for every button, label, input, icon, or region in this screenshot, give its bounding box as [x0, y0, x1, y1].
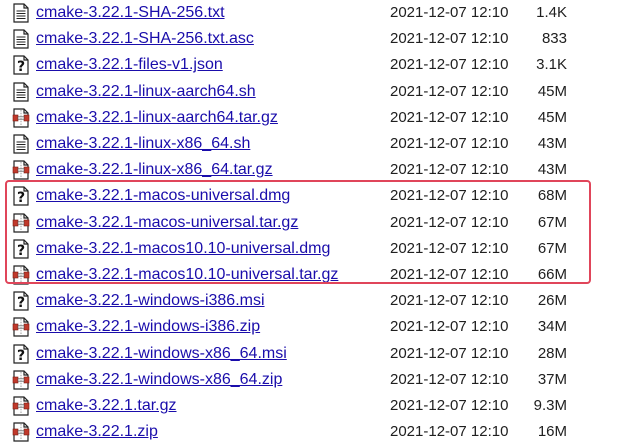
file-size: 68M — [537, 187, 567, 205]
file-size: 833 — [541, 30, 567, 48]
file-link[interactable]: cmake-3.22.1-linux-aarch64.sh — [36, 82, 256, 102]
unknown-file-icon: ? — [12, 55, 30, 75]
file-link[interactable]: cmake-3.22.1-windows-x86_64.msi — [36, 344, 287, 364]
svg-text:?: ? — [17, 295, 25, 311]
file-link[interactable]: cmake-3.22.1-SHA-256.txt — [36, 3, 225, 23]
file-date: 2021-12-07 12:10 — [390, 56, 509, 74]
text-file-icon — [12, 29, 30, 49]
archive-file-icon — [12, 212, 30, 233]
archive-file-icon — [12, 396, 30, 416]
file-link[interactable]: cmake-3.22.1-macos10.10-universal.dmg — [36, 239, 330, 259]
file-link[interactable]: cmake-3.22.1-windows-x86_64.zip — [36, 370, 282, 390]
file-row: cmake-3.22.1-macos10.10-universal.tar.gz… — [0, 262, 637, 288]
file-date: 2021-12-07 12:10 — [390, 30, 509, 48]
archive-file-icon — [12, 108, 30, 128]
file-row: cmake-3.22.1.zip 2021-12-07 12:10 16M — [0, 419, 637, 445]
svg-text:?: ? — [17, 59, 25, 75]
file-row: cmake-3.22.1-linux-x86_64.tar.gz 2021-12-… — [0, 157, 637, 183]
text-file-icon — [12, 3, 30, 23]
file-row: ? cmake-3.22.1-macos-universal.dmg 2021-12… — [0, 183, 637, 209]
svg-text:?: ? — [17, 348, 25, 364]
unknown-file-icon: ? — [12, 239, 30, 259]
file-row: cmake-3.22.1-linux-aarch64.tar.gz 2021-12… — [0, 105, 637, 131]
unknown-file-icon: ? — [12, 291, 30, 311]
file-date: 2021-12-07 12:10 — [390, 397, 509, 414]
file-size: 43M — [537, 135, 567, 152]
file-date: 2021-12-07 12:10 — [390, 423, 509, 441]
file-link[interactable]: cmake-3.22.1.tar.gz — [36, 396, 177, 416]
archive-file-icon — [12, 160, 30, 180]
file-link[interactable]: cmake-3.22.1-macos-universal.dmg — [36, 186, 290, 206]
file-date: 2021-12-07 12:10 — [390, 135, 509, 152]
file-date: 2021-12-07 12:10 — [390, 161, 509, 179]
file-link[interactable]: cmake-3.22.1-macos-universal.tar.gz — [36, 213, 298, 233]
file-size: 16M — [537, 423, 567, 441]
file-date: 2021-12-07 12:10 — [390, 266, 509, 283]
file-link[interactable]: cmake-3.22.1-windows-i386.msi — [36, 291, 265, 311]
file-link[interactable]: cmake-3.22.1-files-v1.json — [36, 55, 223, 75]
archive-file-icon — [12, 265, 30, 285]
file-link[interactable]: cmake-3.22.1-linux-x86_64.tar.gz — [36, 160, 273, 180]
file-size: 3.1K — [536, 56, 567, 74]
file-row: cmake-3.22.1-SHA-256.txt 2021-12-07 12:10… — [0, 0, 637, 26]
file-link[interactable]: cmake-3.22.1-windows-i386.zip — [36, 317, 260, 337]
svg-text:?: ? — [17, 190, 25, 206]
file-row: cmake-3.22.1-linux-aarch64.sh 2021-12-07 … — [0, 79, 637, 105]
file-date: 2021-12-07 12:10 — [390, 292, 509, 310]
file-link[interactable]: cmake-3.22.1-macos10.10-universal.tar.gz — [36, 265, 338, 285]
file-row: ? cmake-3.22.1-macos10.10-universal.dmg 20… — [0, 236, 637, 262]
file-date: 2021-12-07 12:10 — [390, 213, 509, 231]
file-row: cmake-3.22.1-macos-universal.tar.gz 2021-… — [0, 210, 637, 236]
text-file-icon — [12, 134, 30, 154]
text-file-icon — [12, 81, 30, 102]
file-date: 2021-12-07 12:10 — [390, 4, 509, 21]
file-link[interactable]: cmake-3.22.1-linux-x86_64.sh — [36, 134, 250, 154]
unknown-file-icon: ? — [12, 186, 30, 206]
file-size: 67M — [537, 239, 567, 257]
file-size: 67M — [537, 213, 567, 231]
file-size: 1.4K — [536, 4, 567, 21]
archive-file-icon — [12, 317, 30, 337]
file-size: 43M — [537, 161, 567, 179]
file-date: 2021-12-07 12:10 — [390, 108, 509, 126]
file-row: ? cmake-3.22.1-windows-i386.msi 2021-12-07… — [0, 288, 637, 314]
file-size: 9.3M — [533, 397, 567, 414]
file-row: cmake-3.22.1-windows-x86_64.zip 2021-12-0… — [0, 367, 637, 393]
file-size: 28M — [537, 344, 567, 362]
file-link[interactable]: cmake-3.22.1-linux-aarch64.tar.gz — [36, 108, 278, 128]
file-row: cmake-3.22.1.tar.gz 2021-12-07 12:10 9.3M — [0, 393, 637, 419]
unknown-file-icon: ? — [12, 343, 30, 364]
file-date: 2021-12-07 12:10 — [390, 370, 509, 388]
file-row: ? cmake-3.22.1-files-v1.json 2021-12-07 12… — [0, 52, 637, 78]
archive-file-icon — [12, 422, 30, 442]
file-row: cmake-3.22.1-linux-x86_64.sh 2021-12-07 1… — [0, 131, 637, 157]
file-row: ? cmake-3.22.1-windows-x86_64.msi 2021-12-… — [0, 341, 637, 367]
file-row: cmake-3.22.1-SHA-256.txt.asc 2021-12-07 1… — [0, 26, 637, 52]
file-size: 26M — [537, 292, 567, 310]
file-size: 34M — [537, 318, 567, 336]
file-link[interactable]: cmake-3.22.1.zip — [36, 422, 158, 442]
file-date: 2021-12-07 12:10 — [390, 318, 509, 336]
file-size: 66M — [537, 266, 567, 283]
archive-file-icon — [12, 370, 30, 390]
file-link[interactable]: cmake-3.22.1-SHA-256.txt.asc — [36, 29, 254, 49]
file-date: 2021-12-07 12:10 — [390, 239, 509, 257]
file-date: 2021-12-07 12:10 — [390, 344, 509, 362]
file-row: cmake-3.22.1-windows-i386.zip 2021-12-07 … — [0, 314, 637, 340]
file-date: 2021-12-07 12:10 — [390, 187, 509, 205]
file-size: 45M — [537, 108, 567, 126]
file-date: 2021-12-07 12:10 — [390, 82, 509, 100]
svg-text:?: ? — [17, 243, 25, 259]
file-size: 45M — [537, 82, 567, 100]
file-size: 37M — [537, 370, 567, 388]
